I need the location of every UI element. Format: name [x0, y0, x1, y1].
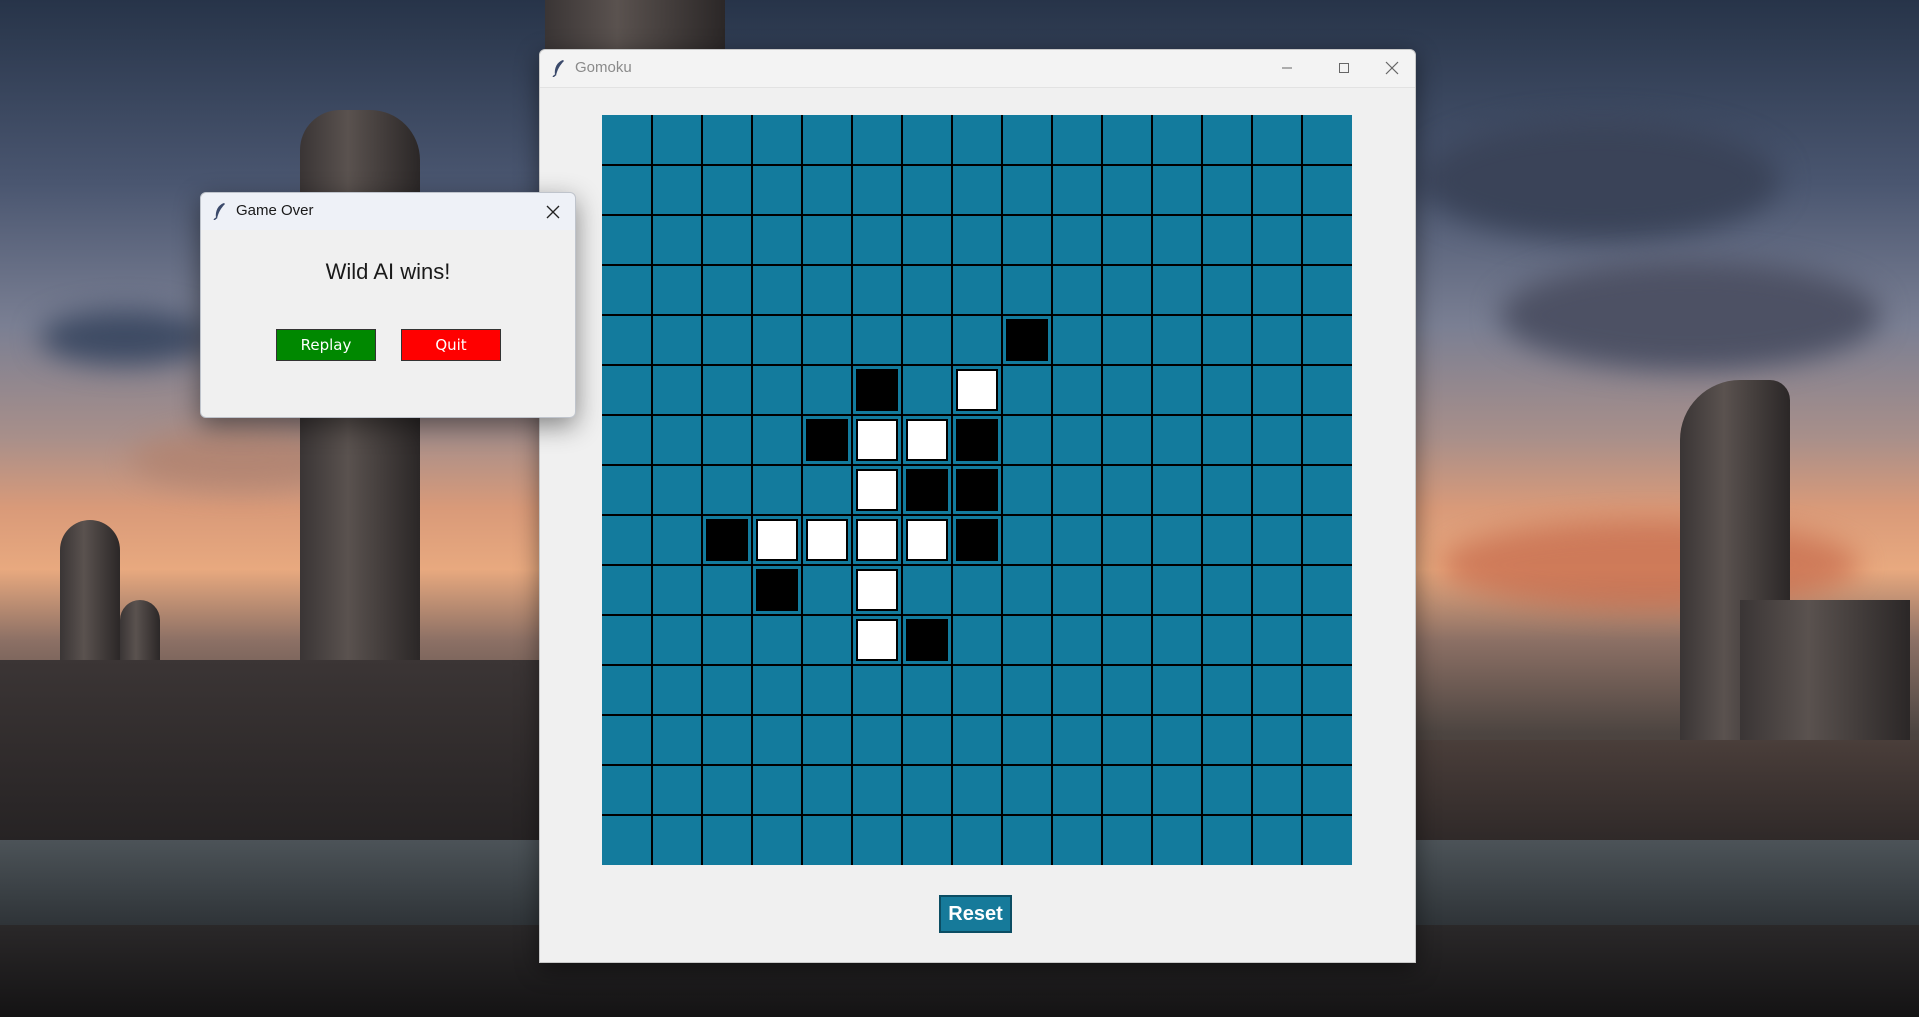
dialog-title: Game Over [236, 202, 314, 219]
cloud [1500, 260, 1880, 370]
black-stone [906, 469, 948, 511]
black-stone [1006, 319, 1048, 361]
quit-button[interactable]: Quit [401, 329, 501, 361]
white-stone [856, 419, 898, 461]
reset-button[interactable]: Reset [939, 895, 1012, 933]
cloud [40, 310, 210, 365]
desktop-background: Gomoku Reset Game Over Wild AI wins! Rep… [0, 0, 1919, 1017]
maximize-icon[interactable] [1321, 50, 1367, 86]
black-stone [756, 569, 798, 611]
rock-spire [60, 520, 120, 680]
close-icon[interactable] [531, 193, 575, 230]
white-stone [906, 519, 948, 561]
black-stone [856, 369, 898, 411]
white-stone [856, 619, 898, 661]
cloud [1420, 120, 1780, 240]
white-stone [856, 569, 898, 611]
rock-cliff [0, 660, 540, 860]
white-stone [956, 369, 998, 411]
black-stone [956, 419, 998, 461]
feather-icon [552, 60, 564, 77]
white-stone [906, 419, 948, 461]
dialog-title-bar[interactable]: Game Over [201, 193, 575, 230]
white-stone [856, 469, 898, 511]
board-grid[interactable] [602, 115, 1352, 865]
game-board[interactable] [602, 115, 1352, 865]
minimize-icon[interactable] [1264, 50, 1310, 86]
black-stone [706, 519, 748, 561]
black-stone [956, 469, 998, 511]
feather-icon [213, 203, 225, 220]
white-stone [806, 519, 848, 561]
game-over-dialog: Game Over Wild AI wins! Replay Quit [200, 192, 576, 418]
black-stone [906, 619, 948, 661]
replay-button[interactable]: Replay [276, 329, 376, 361]
window-title: Gomoku [575, 59, 632, 76]
white-stone [856, 519, 898, 561]
title-bar[interactable]: Gomoku [540, 50, 1415, 88]
close-icon[interactable] [1369, 50, 1415, 86]
white-stone [756, 519, 798, 561]
winner-message: Wild AI wins! [325, 259, 451, 284]
black-stone [806, 419, 848, 461]
black-stone [956, 519, 998, 561]
cloud [1440, 520, 1860, 610]
gomoku-window: Gomoku Reset [539, 49, 1416, 963]
